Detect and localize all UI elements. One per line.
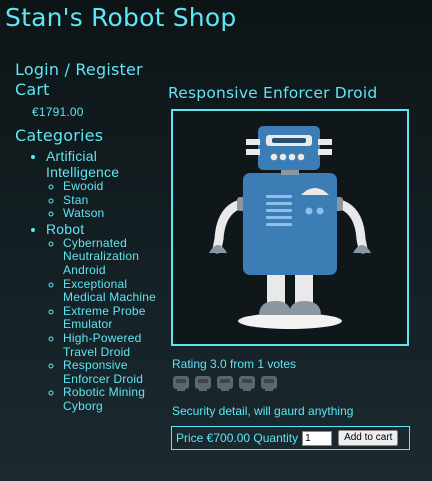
product-link-watson[interactable]: Watson — [63, 207, 165, 221]
quantity-input[interactable] — [302, 430, 333, 446]
rating-vote-icons — [172, 374, 278, 392]
cart-total: €1791.00 — [32, 105, 84, 119]
robot-vote-icon-4[interactable] — [238, 374, 256, 392]
robot-illustration-icon — [209, 126, 371, 329]
site-title: Stan's Robot Shop — [5, 3, 237, 32]
add-to-cart-form: Price €700.00 Quantity Add to cart — [171, 426, 410, 450]
product-link-ewooid[interactable]: Ewooid — [63, 179, 165, 194]
robot-vote-icon-5[interactable] — [260, 374, 278, 392]
login-register-link[interactable]: Login / Register — [15, 60, 165, 80]
robot-vote-icon-1[interactable] — [172, 374, 190, 392]
product-description: Security detail, will gaurd anything — [172, 404, 354, 418]
product-link-exceptional-medical-machine[interactable]: Exceptional Medical Machine — [63, 277, 165, 305]
product-link-robotic-mining-cyborg[interactable]: Robotic Mining Cyborg — [63, 385, 165, 413]
product-link-responsive-enforcer-droid[interactable]: Responsive Enforcer Droid — [63, 358, 165, 386]
categories-heading: Categories — [15, 126, 104, 145]
price-quantity-label: Price €700.00 Quantity — [176, 431, 299, 445]
category-artificial-intelligence: Artificial Intelligence Ewooid Stan Wats… — [46, 148, 165, 221]
product-link-cybernated-neutralization-android[interactable]: Cybernated Neutralization Android — [63, 236, 165, 278]
category-robot: Robot Cybernated Neutralization Android … — [46, 221, 165, 414]
subcategory-list: Ewooid Stan Watson — [46, 179, 165, 221]
product-image — [171, 109, 409, 346]
category-label: Artificial Intelligence — [46, 148, 120, 180]
category-list: Artificial Intelligence Ewooid Stan Wats… — [15, 148, 165, 414]
category-label: Robot — [46, 220, 85, 237]
add-to-cart-button[interactable]: Add to cart — [338, 430, 399, 446]
rating-text: Rating 3.0 from 1 votes — [172, 357, 297, 371]
product-link-high-powered-travel-droid[interactable]: High-Powered Travel Droid — [63, 331, 165, 359]
product-link-stan[interactable]: Stan — [63, 193, 165, 208]
product-link-extreme-probe-emulator[interactable]: Extreme Probe Emulator — [63, 304, 165, 332]
product-title: Responsive Enforcer Droid — [168, 84, 378, 102]
robot-vote-icon-3[interactable] — [216, 374, 234, 392]
sidebar-nav: Login / Register Cart €1791.00 Categorie… — [15, 60, 165, 414]
robot-vote-icon-2[interactable] — [194, 374, 212, 392]
subcategory-list: Cybernated Neutralization Android Except… — [46, 236, 165, 414]
cart-link[interactable]: Cart — [15, 80, 165, 100]
